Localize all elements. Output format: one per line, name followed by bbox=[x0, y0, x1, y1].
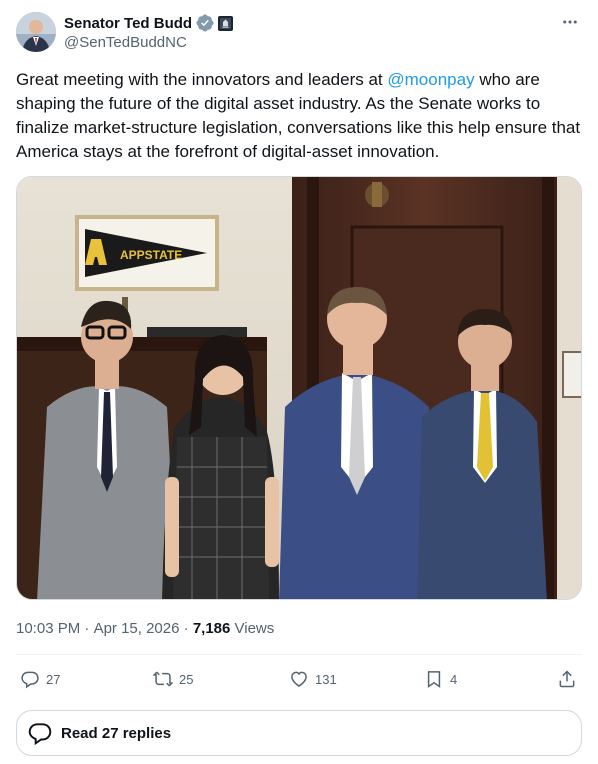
bookmark-icon bbox=[427, 671, 441, 688]
read-replies-label: Read 27 replies bbox=[61, 724, 172, 742]
repost-icon bbox=[153, 671, 173, 687]
share-icon bbox=[559, 670, 575, 688]
avatar[interactable] bbox=[16, 12, 56, 52]
speech-bubble-icon bbox=[28, 723, 52, 746]
reply-icon bbox=[21, 671, 39, 689]
tweet-meta: 10:03 PM · Apr 15, 2026 · 7,186 Views bbox=[16, 618, 274, 638]
tweet-text: Great meeting with the innovators and le… bbox=[16, 68, 582, 164]
views-count[interactable]: 7,186 bbox=[193, 620, 231, 637]
verified-badge-icon bbox=[196, 14, 214, 32]
like-count: 131 bbox=[315, 671, 337, 687]
bookmark-button[interactable]: 4 bbox=[424, 664, 457, 694]
tweet-photo[interactable]: APPSTATE bbox=[16, 176, 582, 600]
tweet-time[interactable]: 10:03 PM bbox=[16, 620, 80, 637]
share-button[interactable] bbox=[557, 664, 577, 694]
avatar-image bbox=[16, 12, 56, 52]
views-label: Views bbox=[230, 619, 275, 637]
display-name[interactable]: Senator Ted Budd bbox=[64, 15, 192, 32]
mention-link[interactable]: @moonpay bbox=[387, 70, 474, 89]
pennant-text: APPSTATE bbox=[120, 248, 182, 262]
more-icon[interactable] bbox=[560, 12, 580, 32]
like-button[interactable]: 131 bbox=[289, 664, 337, 694]
tweet-header: Senator Ted Budd @SenTedBuddNC bbox=[16, 12, 582, 54]
bookmark-count: 4 bbox=[450, 671, 458, 687]
meta-separator: · bbox=[80, 619, 94, 637]
repost-button[interactable]: 25 bbox=[153, 664, 193, 694]
government-label-icon bbox=[218, 15, 234, 31]
divider bbox=[16, 654, 582, 655]
like-icon bbox=[291, 671, 307, 687]
reply-count: 27 bbox=[46, 671, 61, 687]
tweet-text-before: Great meeting with the innovators and le… bbox=[16, 70, 388, 89]
read-replies-button[interactable]: Read 27 replies bbox=[16, 710, 582, 756]
action-bar: 27 25 131 4 bbox=[16, 664, 582, 694]
meta-separator: · bbox=[179, 619, 193, 637]
photo-image: APPSTATE bbox=[17, 177, 581, 599]
repost-count: 25 bbox=[179, 671, 194, 687]
handle[interactable]: @SenTedBuddNC bbox=[64, 34, 187, 51]
tweet-date[interactable]: Apr 15, 2026 bbox=[94, 620, 180, 637]
reply-button[interactable]: 27 bbox=[20, 664, 60, 694]
name-row: Senator Ted Budd bbox=[64, 13, 234, 33]
